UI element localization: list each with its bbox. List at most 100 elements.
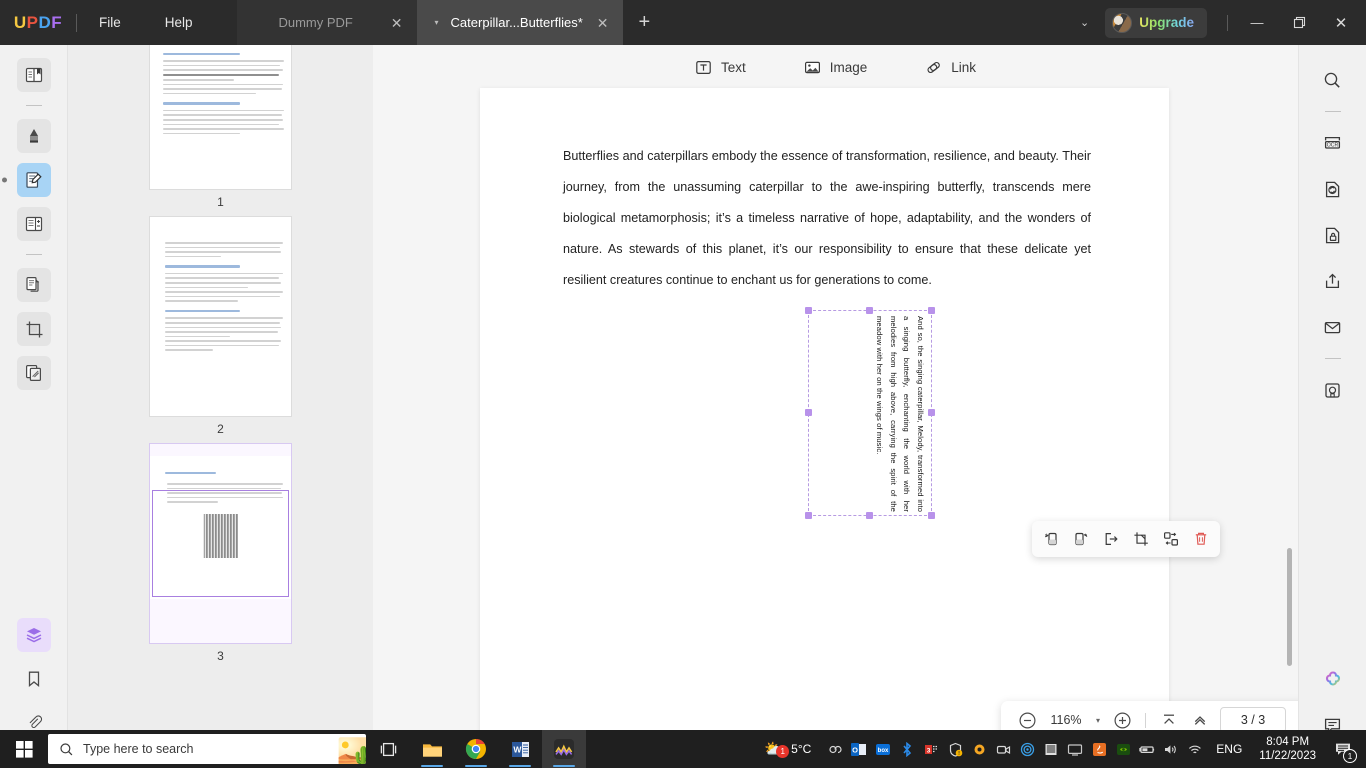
sidebar-item-page[interactable] bbox=[16, 268, 51, 302]
tool-link[interactable]: Link bbox=[925, 59, 976, 76]
sidebar-item-bookmark[interactable] bbox=[17, 662, 51, 696]
convert-button[interactable] bbox=[1316, 172, 1350, 206]
rotate-left-button[interactable] bbox=[1038, 526, 1064, 552]
adobe-cc-icon[interactable] bbox=[823, 730, 847, 768]
svg-text:OCR: OCR bbox=[1327, 142, 1339, 148]
security-shield-icon[interactable]: ! bbox=[943, 730, 967, 768]
weather-widget[interactable]: ⛅ 1 5°C bbox=[760, 739, 823, 759]
thumbnail-list: 1 2 3 bbox=[68, 45, 373, 671]
word-button[interactable]: W bbox=[498, 730, 542, 768]
rail-divider bbox=[25, 105, 42, 106]
highlighter-icon bbox=[29, 129, 38, 143]
clock[interactable]: 8:04 PM 11/22/2023 bbox=[1251, 735, 1324, 763]
ocr-button[interactable]: OCR bbox=[1316, 126, 1350, 160]
resize-handle-top-right[interactable] bbox=[928, 307, 935, 314]
crop-button[interactable] bbox=[1128, 526, 1154, 552]
battery-icon[interactable] bbox=[1135, 730, 1159, 768]
ai-assistant-button[interactable] bbox=[1316, 662, 1350, 696]
tool-label: Text bbox=[720, 59, 746, 75]
tool-image[interactable]: Image bbox=[804, 59, 867, 76]
language-indicator[interactable]: ENG bbox=[1207, 742, 1251, 756]
bluetooth-icon[interactable] bbox=[895, 730, 919, 768]
sidebar-item-edit-pdf[interactable] bbox=[16, 163, 51, 197]
new-tab-button[interactable]: + bbox=[623, 0, 667, 45]
restore-button[interactable] bbox=[1278, 0, 1320, 45]
right-toolbar: OCR bbox=[1298, 45, 1366, 768]
first-page-icon bbox=[1163, 714, 1174, 724]
menu-file[interactable]: File bbox=[77, 0, 143, 45]
updf-window: UPDF File Help Dummy PDF ✕ ▾ Caterpillar… bbox=[0, 0, 1366, 768]
delete-button[interactable] bbox=[1188, 526, 1214, 552]
list-item[interactable]: 1 bbox=[68, 45, 373, 209]
sidebar-item-layers[interactable] bbox=[16, 618, 51, 652]
sidebar-item-crop[interactable] bbox=[16, 312, 51, 346]
pdf-page[interactable]: Butterflies and caterpillars embody the … bbox=[480, 88, 1169, 733]
calendar-app-icon[interactable]: 3 bbox=[919, 730, 943, 768]
start-button[interactable] bbox=[0, 730, 48, 768]
monitor-icon[interactable] bbox=[1063, 730, 1087, 768]
settings-gear-icon[interactable] bbox=[967, 730, 991, 768]
protect-button[interactable] bbox=[1316, 218, 1350, 252]
tab-close-icon[interactable]: ✕ bbox=[597, 16, 609, 30]
resize-handle-top-left[interactable] bbox=[805, 307, 812, 314]
rotate-right-button[interactable] bbox=[1068, 526, 1094, 552]
outlook-icon[interactable]: O bbox=[847, 730, 871, 768]
java-icon[interactable] bbox=[1087, 730, 1111, 768]
more-tabs-chevron-icon[interactable]: ⌄ bbox=[1064, 16, 1105, 29]
resize-handle-bottom-center[interactable] bbox=[866, 512, 873, 519]
mail-button[interactable] bbox=[1316, 310, 1350, 344]
volume-icon[interactable] bbox=[1159, 730, 1183, 768]
sidebar-item-organize[interactable] bbox=[16, 356, 51, 390]
windows-logo-icon bbox=[15, 740, 33, 758]
tab-close-icon[interactable]: ✕ bbox=[391, 16, 403, 30]
spiral-icon[interactable] bbox=[1015, 730, 1039, 768]
updf-button[interactable] bbox=[542, 730, 586, 768]
minimize-button[interactable]: — bbox=[1236, 0, 1278, 45]
resize-handle-middle-right[interactable] bbox=[928, 409, 935, 416]
page-thumbnail-panel[interactable]: 1 2 3 bbox=[68, 45, 373, 768]
extract-button[interactable] bbox=[1098, 526, 1124, 552]
upgrade-button[interactable]: Upgrade bbox=[1105, 7, 1207, 38]
selected-text-box[interactable]: And so, the singing caterpillar, Melody,… bbox=[805, 307, 935, 519]
page-thumbnail-1[interactable] bbox=[150, 45, 291, 189]
menu-help[interactable]: Help bbox=[143, 0, 215, 45]
save-button[interactable] bbox=[1316, 373, 1350, 407]
zoom-dropdown-icon[interactable]: ▾ bbox=[1091, 716, 1105, 725]
box-icon[interactable]: box bbox=[871, 730, 895, 768]
replace-button[interactable] bbox=[1158, 526, 1184, 552]
list-icon[interactable] bbox=[1039, 730, 1063, 768]
resize-handle-bottom-right[interactable] bbox=[928, 512, 935, 519]
list-item[interactable]: 2 bbox=[68, 217, 373, 436]
chrome-button[interactable] bbox=[454, 730, 498, 768]
chevron-down-icon[interactable]: ▾ bbox=[435, 18, 439, 27]
page-paragraph[interactable]: Butterflies and caterpillars embody the … bbox=[563, 141, 1091, 296]
tab-caterpillar-butterflies[interactable]: ▾ Caterpillar...Butterflies* ✕ bbox=[416, 0, 623, 45]
resize-handle-middle-left[interactable] bbox=[805, 409, 812, 416]
nvidia-icon[interactable] bbox=[1111, 730, 1135, 768]
share-button[interactable] bbox=[1316, 264, 1350, 298]
wifi-icon[interactable] bbox=[1183, 730, 1207, 768]
tool-text[interactable]: Text bbox=[695, 59, 746, 76]
notification-center-button[interactable]: 1 bbox=[1324, 730, 1362, 768]
taskview-button[interactable] bbox=[366, 730, 410, 768]
sidebar-item-reader[interactable] bbox=[16, 58, 51, 92]
tab-dummy-pdf[interactable]: Dummy PDF ✕ bbox=[236, 0, 417, 45]
search-input[interactable]: Type here to search 🏜️ bbox=[48, 734, 366, 764]
task-view-icon bbox=[380, 742, 396, 756]
document-scrollbar[interactable] bbox=[1287, 548, 1292, 666]
page-thumbnail-3[interactable] bbox=[150, 444, 291, 643]
thumb-rotated-text bbox=[203, 513, 238, 558]
svg-text:W: W bbox=[513, 744, 522, 754]
page-thumbnail-2[interactable] bbox=[150, 217, 291, 416]
search-button[interactable] bbox=[1316, 63, 1350, 97]
list-item[interactable]: 3 bbox=[68, 444, 373, 663]
rotated-text-content[interactable]: And so, the singing caterpillar, Melody,… bbox=[809, 311, 933, 517]
sidebar-item-annotate[interactable] bbox=[16, 119, 51, 153]
close-button[interactable]: ✕ bbox=[1320, 0, 1362, 45]
resize-handle-bottom-left[interactable] bbox=[805, 512, 812, 519]
resize-handle-top-center[interactable] bbox=[866, 307, 873, 314]
document-viewport[interactable]: Text Image Link Butterflies and caterpil… bbox=[373, 45, 1298, 768]
sidebar-item-form[interactable] bbox=[16, 207, 51, 241]
camera-icon[interactable] bbox=[991, 730, 1015, 768]
file-explorer-button[interactable] bbox=[410, 730, 454, 768]
